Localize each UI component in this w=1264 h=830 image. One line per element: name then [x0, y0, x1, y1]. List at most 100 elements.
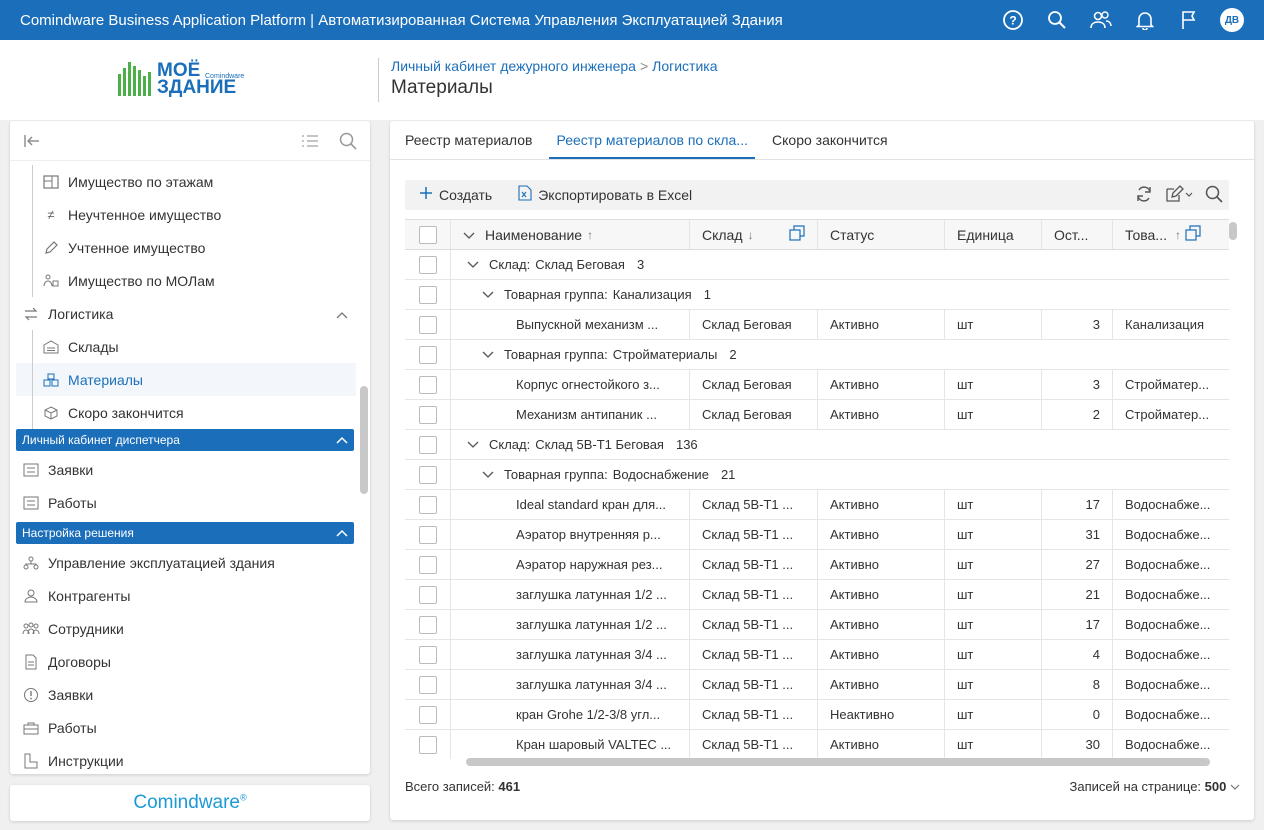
tab-materials-by-warehouse[interactable]: Реестр материалов по скла... — [549, 121, 756, 159]
cell-product-group[interactable]: Стройматер... — [1113, 400, 1229, 429]
cell-unit[interactable]: шт — [945, 730, 1042, 759]
cell-warehouse[interactable]: Склад 5В-Т1 ... — [690, 670, 818, 699]
group-by-icon[interactable] — [789, 225, 805, 244]
row-checkbox[interactable] — [418, 285, 437, 304]
edit-dropdown-icon[interactable] — [1165, 184, 1193, 206]
column-header-remaining[interactable]: Ост... — [1042, 220, 1113, 249]
cell-product-group[interactable]: Водоснабже... — [1113, 730, 1229, 759]
cell-product-group[interactable]: Водоснабже... — [1113, 490, 1229, 519]
cell-status[interactable]: Активно — [818, 730, 945, 759]
cell-warehouse[interactable]: Склад Беговая — [690, 310, 818, 339]
sidebar-section-settings[interactable]: Настройка решения — [16, 522, 354, 544]
cell-product-group[interactable]: Водоснабже... — [1113, 580, 1229, 609]
table-row[interactable]: Аэратор наружная рез... Склад 5В-Т1 ... Ак… — [405, 550, 1229, 580]
sidebar-item-building-management[interactable]: Управление эксплуатацией здания — [10, 546, 356, 579]
sidebar-item-requests[interactable]: Заявки — [10, 453, 356, 486]
group-row-product-group[interactable]: Товарная группа: Водоснабжение 21 — [405, 460, 1229, 490]
chevron-down-icon[interactable] — [482, 468, 494, 482]
table-row[interactable]: Выпускной механизм ... Склад Беговая Актив… — [405, 310, 1229, 340]
group-by-icon[interactable] — [1185, 225, 1201, 244]
cell-name[interactable]: заглушка латунная 1/2 ... — [451, 580, 690, 609]
cell-unit[interactable]: шт — [945, 700, 1042, 729]
grid-vertical-scrollbar[interactable] — [1229, 222, 1237, 240]
sidebar-scrollbar[interactable] — [360, 386, 368, 494]
column-header-status[interactable]: Статус — [818, 220, 945, 249]
chevron-up-icon[interactable] — [336, 306, 348, 322]
row-checkbox[interactable] — [418, 465, 437, 484]
cell-remaining[interactable]: 2 — [1042, 400, 1113, 429]
cell-unit[interactable]: шт — [945, 490, 1042, 519]
table-row[interactable]: кран Grohe 1/2-3/8 угл... Склад 5В-Т1 ...… — [405, 700, 1229, 730]
cell-unit[interactable]: шт — [945, 610, 1042, 639]
column-header-unit[interactable]: Единица — [945, 220, 1042, 249]
cell-unit[interactable]: шт — [945, 310, 1042, 339]
cell-product-group[interactable]: Водоснабже... — [1113, 640, 1229, 669]
collapse-sidebar-icon[interactable] — [22, 131, 42, 151]
cell-warehouse[interactable]: Склад Беговая — [690, 370, 818, 399]
table-row[interactable]: заглушка латунная 3/4 ... Склад 5В-Т1 ...… — [405, 640, 1229, 670]
table-row[interactable]: заглушка латунная 1/2 ... Склад 5В-Т1 ...… — [405, 580, 1229, 610]
chevron-down-icon[interactable] — [482, 288, 494, 302]
sidebar-item-materials[interactable]: Материалы — [16, 363, 356, 396]
table-row[interactable]: Корпус огнестойкого з... Склад Беговая Акт… — [405, 370, 1229, 400]
cell-remaining[interactable]: 0 — [1042, 700, 1113, 729]
cell-status[interactable]: Активно — [818, 640, 945, 669]
column-header-name[interactable]: Наименование ↑ — [451, 220, 690, 249]
cell-status[interactable]: Активно — [818, 610, 945, 639]
logo[interactable]: МОЁ ЗДАНИЕ Comindware — [118, 61, 244, 97]
cell-product-group[interactable]: Водоснабже... — [1113, 550, 1229, 579]
cell-unit[interactable]: шт — [945, 550, 1042, 579]
grid-horizontal-scrollbar[interactable] — [466, 758, 1210, 766]
cell-warehouse[interactable]: Склад 5В-Т1 ... — [690, 550, 818, 579]
cell-unit[interactable]: шт — [945, 400, 1042, 429]
cell-remaining[interactable]: 17 — [1042, 610, 1113, 639]
cell-remaining[interactable]: 27 — [1042, 550, 1113, 579]
table-row[interactable]: Аэратор внутренняя р... Склад 5В-Т1 ... Ак… — [405, 520, 1229, 550]
cell-name[interactable]: заглушка латунная 3/4 ... — [451, 640, 690, 669]
row-checkbox[interactable] — [418, 375, 437, 394]
avatar[interactable]: ДВ — [1220, 8, 1244, 32]
cell-remaining[interactable]: 3 — [1042, 310, 1113, 339]
cell-status[interactable]: Неактивно — [818, 700, 945, 729]
cell-name[interactable]: Кран шаровый VALTEC ... — [451, 730, 690, 759]
row-checkbox[interactable] — [418, 255, 437, 274]
row-checkbox[interactable] — [418, 735, 437, 754]
search-icon[interactable] — [1044, 7, 1070, 33]
cell-name[interactable]: Ideal standard кран для... — [451, 490, 690, 519]
sidebar-item-works[interactable]: Работы — [10, 486, 356, 519]
group-row-warehouse[interactable]: Склад: Склад 5В-Т1 Беговая 136 — [405, 430, 1229, 460]
cell-unit[interactable]: шт — [945, 670, 1042, 699]
cell-unit[interactable]: шт — [945, 370, 1042, 399]
cell-name[interactable]: Выпускной механизм ... — [451, 310, 690, 339]
sidebar-item-warehouses[interactable]: Склады — [10, 330, 356, 363]
cell-remaining[interactable]: 30 — [1042, 730, 1113, 759]
group-row-product-group[interactable]: Товарная группа: Стройматериалы 2 — [405, 340, 1229, 370]
cell-unit[interactable]: шт — [945, 640, 1042, 669]
records-per-page[interactable]: Записей на странице: 500 — [1070, 779, 1240, 794]
table-row[interactable]: Ideal standard кран для... Склад 5В-Т1 ..… — [405, 490, 1229, 520]
bell-icon[interactable] — [1132, 7, 1158, 33]
row-checkbox[interactable] — [418, 525, 437, 544]
cell-status[interactable]: Активно — [818, 580, 945, 609]
group-row-warehouse[interactable]: Склад: Склад Беговая 3 — [405, 250, 1229, 280]
cell-warehouse[interactable]: Склад 5В-Т1 ... — [690, 490, 818, 519]
cell-status[interactable]: Активно — [818, 520, 945, 549]
tab-running-out[interactable]: Скоро закончится — [765, 121, 895, 159]
cell-remaining[interactable]: 8 — [1042, 670, 1113, 699]
sidebar-item-contractors[interactable]: Контрагенты — [10, 579, 356, 612]
list-view-icon[interactable] — [300, 131, 320, 151]
sidebar-section-dispatcher[interactable]: Личный кабинет диспетчера — [16, 429, 354, 451]
sidebar-item-logistics[interactable]: Логистика — [10, 297, 356, 330]
cell-remaining[interactable]: 21 — [1042, 580, 1113, 609]
row-checkbox[interactable] — [418, 405, 437, 424]
row-checkbox[interactable] — [418, 675, 437, 694]
tab-materials-registry[interactable]: Реестр материалов — [398, 121, 539, 159]
refresh-icon[interactable] — [1135, 185, 1153, 206]
cell-name[interactable]: Корпус огнестойкого з... — [451, 370, 690, 399]
cell-remaining[interactable]: 4 — [1042, 640, 1113, 669]
sidebar-item-works-settings[interactable]: Работы — [10, 711, 356, 744]
cell-status[interactable]: Активно — [818, 370, 945, 399]
cell-warehouse[interactable]: Склад 5В-Т1 ... — [690, 610, 818, 639]
cell-warehouse[interactable]: Склад 5В-Т1 ... — [690, 640, 818, 669]
sidebar-item-requests-settings[interactable]: Заявки — [10, 678, 356, 711]
